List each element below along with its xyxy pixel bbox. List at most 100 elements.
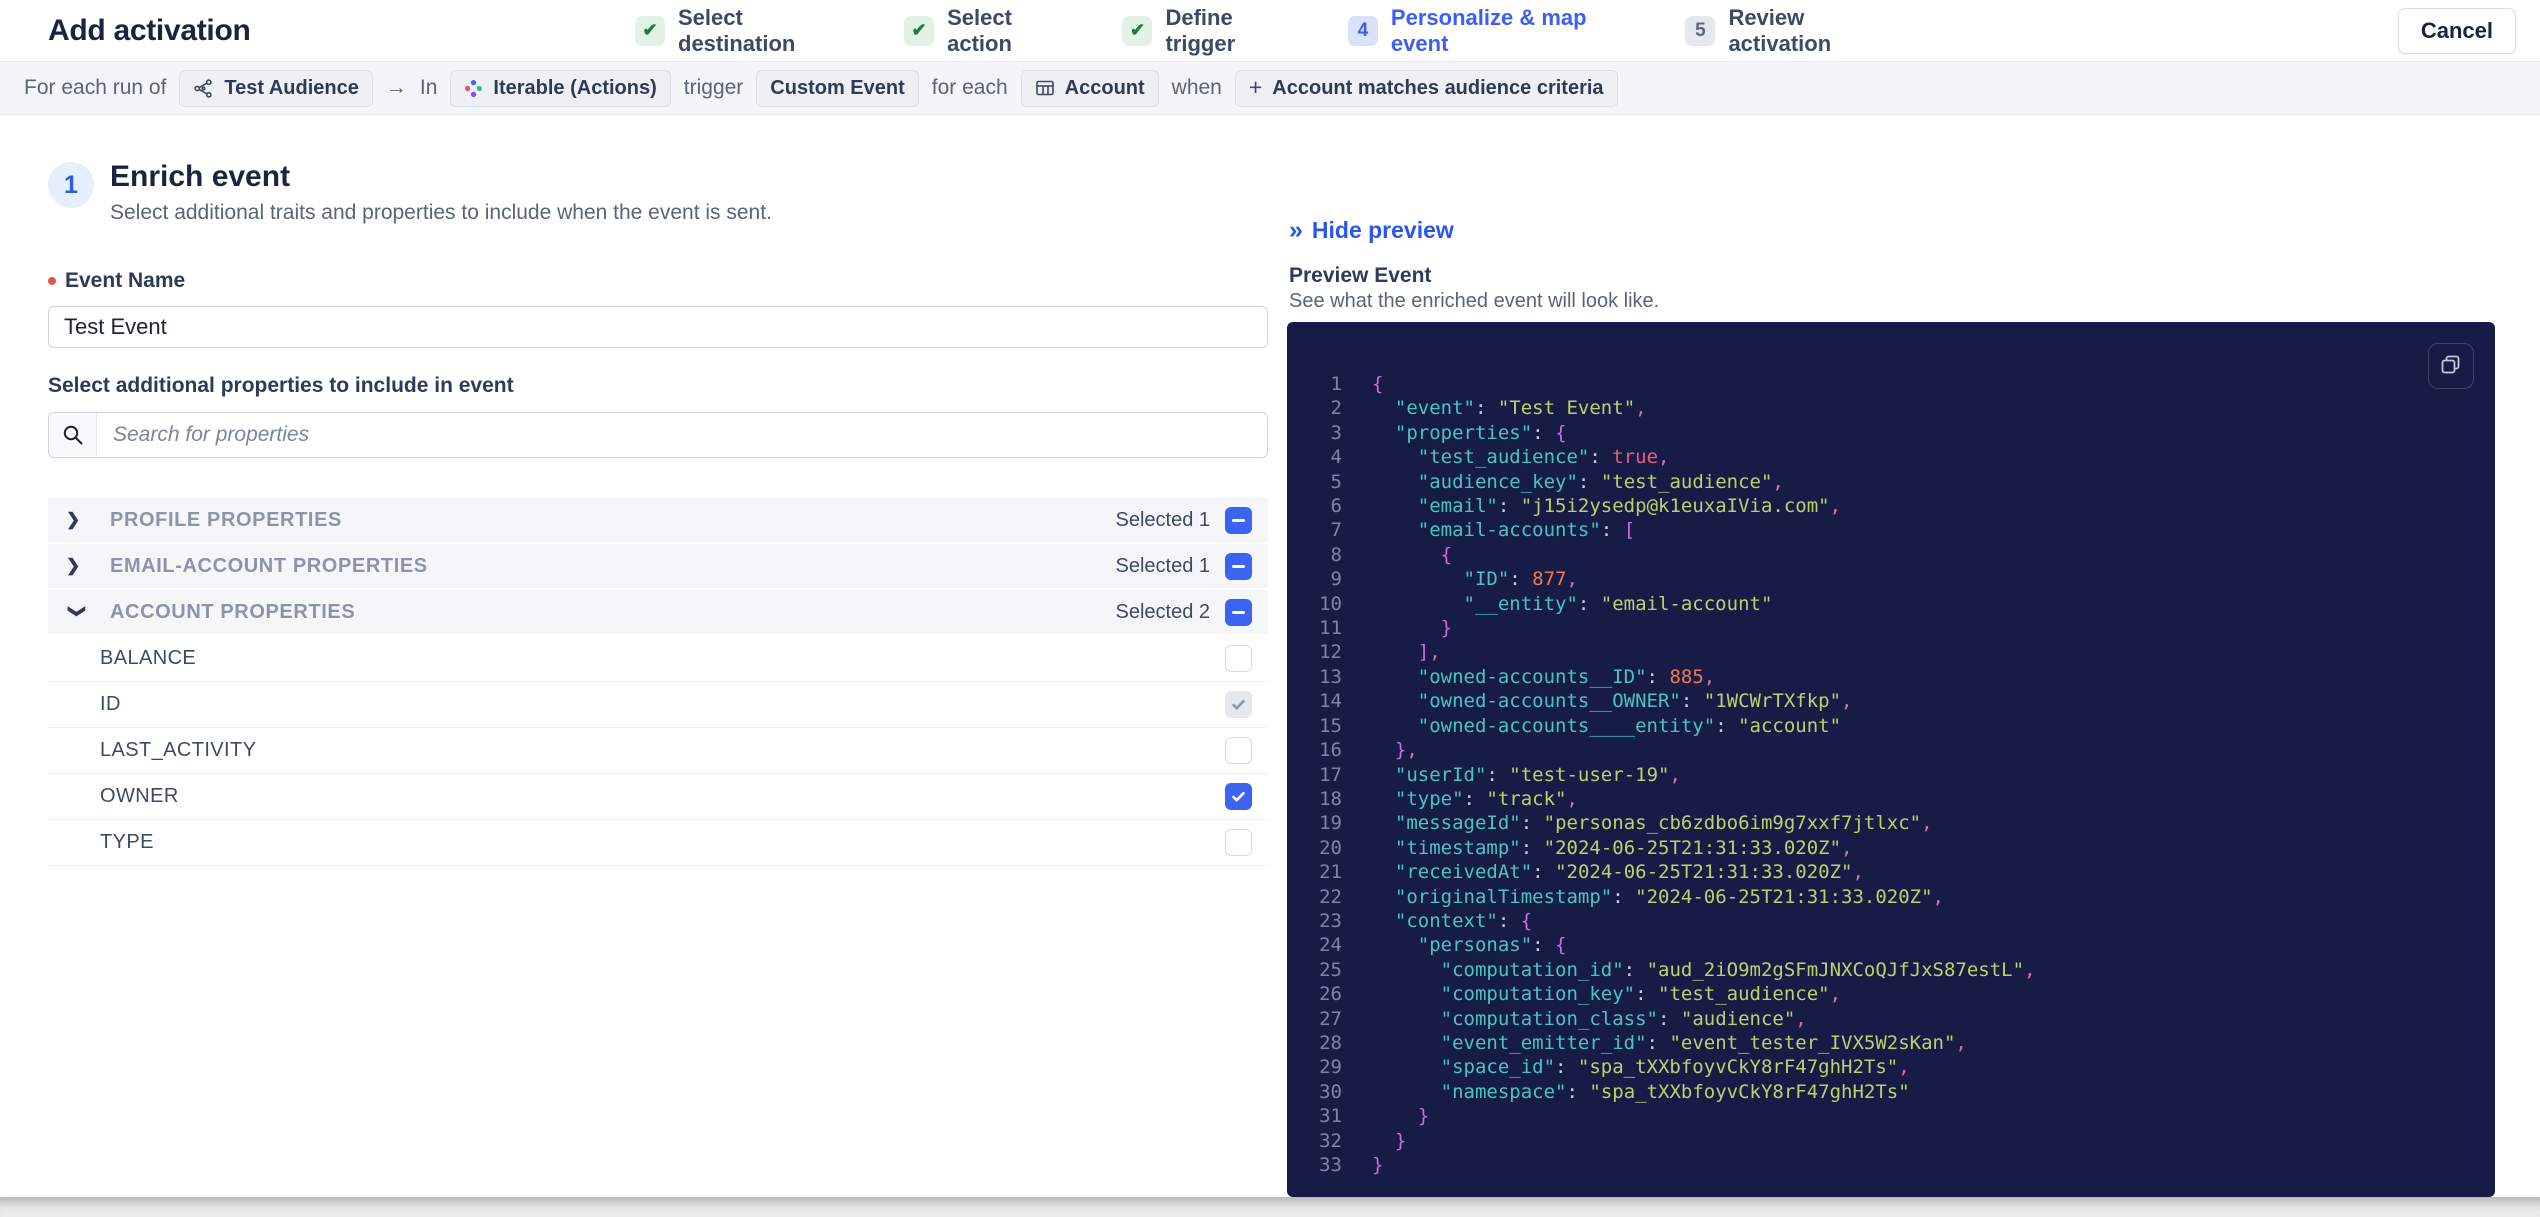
section-header-profile-properties[interactable]: ❯ PROFILE PROPERTIES Selected 1 [48,498,1268,544]
section-selection: Selected 1 [1115,552,1252,580]
code-line: 18 "type": "track", [1287,787,2495,811]
line-number: 4 [1330,446,1342,469]
section-checkbox[interactable] [1225,598,1252,626]
chip-custom-event[interactable]: Custom Event [756,69,919,107]
code-line: 9 "ID": 877, [1287,567,2495,591]
search-input[interactable] [97,413,1267,457]
line-content: "owned-accounts__ID": 885, [1417,665,1716,688]
arrow-icon: → [385,76,407,99]
trigger-text: when [1171,76,1222,99]
line-number: 18 [1319,787,1342,810]
line-content: } [1394,1129,1407,1152]
step-define-trigger[interactable]: ✔ Define trigger [1122,5,1301,57]
chip-label: Account [1064,76,1145,99]
property-row-balance[interactable]: BALANCE [48,636,1268,682]
cancel-button[interactable]: Cancel [2397,7,2516,54]
code-line: 8 { [1287,543,2495,567]
json-code: 1{2 "event": "Test Event", 3 "properties"… [1287,372,2495,1177]
property-checkbox[interactable] [1225,737,1252,764]
code-line: 24 "personas": { [1287,933,2495,957]
property-checkbox[interactable] [1225,691,1252,718]
property-row-id[interactable]: ID [48,682,1268,728]
code-line: 15 "owned-accounts____entity": "account" [1287,714,2495,738]
line-number: 7 [1330,519,1342,542]
line-number: 11 [1319,617,1342,640]
line-content: "owned-accounts____entity": "account" [1417,714,1842,737]
code-line: 17 "userId": "test-user-19", [1287,763,2495,787]
trigger-text: trigger [683,76,744,99]
line-content: { [1372,373,1384,395]
check-icon: ✔ [904,15,935,46]
line-content: "namespace": "spa_tXXbfoyvCkY8rF47ghH2Ts… [1440,1080,1910,1103]
section-selection: Selected 1 [1115,506,1252,534]
code-line: 14 "owned-accounts__OWNER": "1WCWrTXfkp"… [1287,689,2495,713]
property-checkbox[interactable] [1225,645,1252,672]
line-content: ], [1417,641,1441,664]
line-number: 22 [1319,885,1342,908]
step-personalize-map-event[interactable]: 4 Personalize & map event [1347,5,1640,57]
chip-iterable-actions[interactable]: Iterable (Actions) [450,69,671,107]
event-name-input[interactable] [48,306,1268,348]
line-number: 2 [1330,397,1342,420]
line-content: "type": "track", [1394,787,1578,810]
section-header-account-properties[interactable]: ❯ ACCOUNT PROPERTIES Selected 2 [48,590,1268,636]
code-line: 13 "owned-accounts__ID": 885, [1287,665,2495,689]
properties-label: Select additional properties to include … [48,374,514,397]
hide-preview-link[interactable]: » Hide preview [1289,216,1454,245]
table-icon [1035,78,1055,98]
chip-test-audience[interactable]: Test Audience [179,69,373,107]
code-line: 33} [1287,1153,2495,1177]
line-number: 24 [1319,934,1342,957]
line-number: 31 [1319,1105,1342,1128]
check-icon: ✔ [635,15,665,46]
chevrons-right-icon: » [1289,216,1303,244]
line-content: "email-accounts": [ [1417,519,1636,542]
indeterminate-minus-icon [1232,610,1245,614]
code-line: 6 "email": "j15i2ysedp@k1euxaIVia.com", [1287,494,2495,518]
line-content: "receivedAt": "2024-06-25T21:31:33.020Z"… [1394,861,1864,884]
code-line: 5 "audience_key": "test_audience", [1287,470,2495,494]
trigger-text: for each [931,76,1008,99]
property-label: BALANCE [100,647,197,669]
code-line: 30 "namespace": "spa_tXXbfoyvCkY8rF47ghH… [1287,1080,2495,1104]
code-line: 28 "event_emitter_id": "event_tester_IVX… [1287,1031,2495,1055]
step-number-circle: 1 [48,162,94,208]
step-label: Review activation [1728,4,1832,56]
property-checkbox[interactable] [1225,829,1252,856]
property-checkbox[interactable] [1225,783,1252,810]
section-checkbox[interactable] [1225,552,1252,580]
property-row-type[interactable]: TYPE [48,820,1268,866]
trigger-summary-bar: For each run of Test Audience → In Iterable … [0,62,2540,115]
line-content: } [1372,1154,1384,1176]
line-number: 32 [1319,1129,1342,1152]
section-label: EMAIL-ACCOUNT PROPERTIES [110,554,428,577]
chip-account[interactable]: Account [1020,69,1159,107]
step-select-destination[interactable]: ✔ Select destination [635,5,858,57]
property-row-last-activity[interactable]: LAST_ACTIVITY [48,728,1268,774]
chevron-down-icon: ❯ [67,604,87,619]
wizard-steps: ✔ Select destination ✔ Select action ✔ Define… [635,5,1905,57]
section-header-email-account-properties[interactable]: ❯ EMAIL-ACCOUNT PROPERTIES Selected 1 [48,544,1268,590]
section-checkbox[interactable] [1225,506,1252,534]
line-number: 26 [1319,983,1342,1006]
plus-icon: + [1248,73,1263,100]
line-content: "computation_key": "test_audience", [1440,983,1842,1006]
section-label: ACCOUNT PROPERTIES [110,600,356,623]
event-name-label: Event Name [48,269,1268,293]
step-review-activation[interactable]: 5 Review activation [1685,5,1905,57]
code-line: 22 "originalTimestamp": "2024-06-25T21:3… [1287,885,2495,909]
trigger-text: For each run of [24,76,167,99]
line-number: 13 [1319,665,1342,688]
enrich-event-section: 1 Enrich event Select additional traits … [48,160,1268,866]
line-number: 10 [1319,592,1342,615]
code-line: 7 "email-accounts": [ [1287,518,2495,542]
audience-icon [193,78,214,99]
step-select-action[interactable]: ✔ Select action [904,5,1076,57]
line-number: 3 [1330,421,1342,444]
event-preview-code-panel: 1{2 "event": "Test Event", 3 "properties"… [1287,322,2495,1197]
line-number: 27 [1319,1007,1342,1030]
chip-account-matches-audience-criteria[interactable]: + Account matches audience criteria [1234,69,1618,107]
property-row-owner[interactable]: OWNER [48,774,1268,820]
line-number: 19 [1319,812,1342,835]
section-selection: Selected 2 [1115,598,1252,626]
